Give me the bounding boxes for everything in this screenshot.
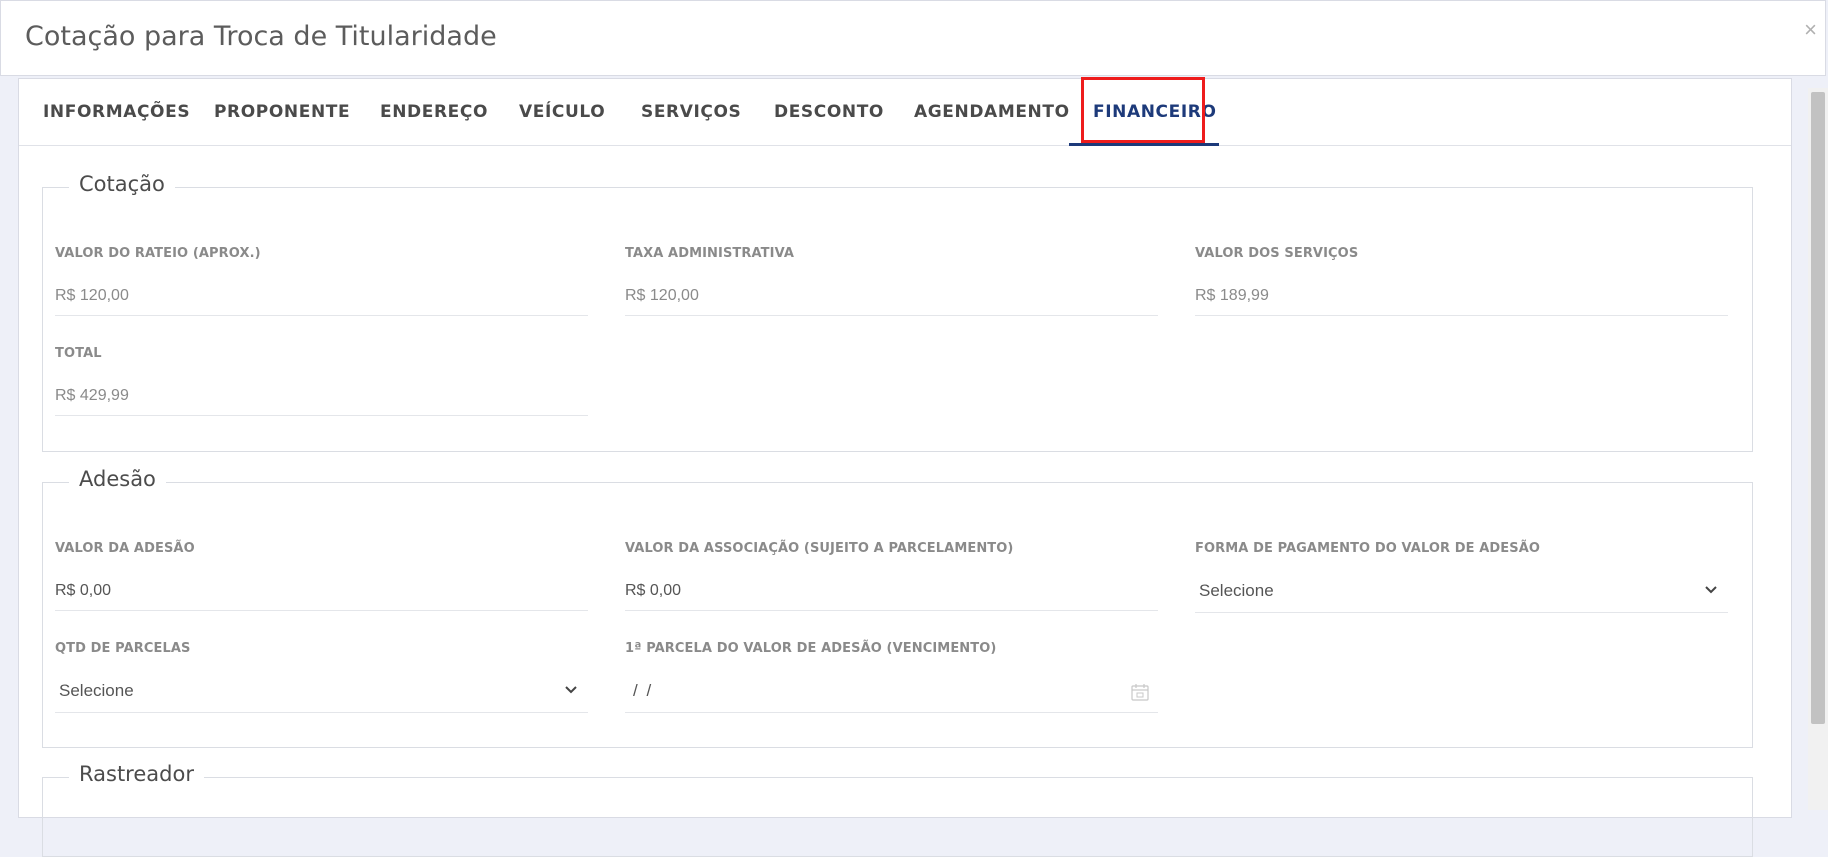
primeira-parcela-label: 1ª PARCELA DO VALOR DE ADESÃO (VENCIMENT… xyxy=(625,641,997,656)
field-primeira-parcela: 1ª PARCELA DO VALOR DE ADESÃO (VENCIMENT… xyxy=(625,641,1158,713)
modal-header: Cotação para Troca de Titularidade × xyxy=(0,0,1826,76)
tab-endereco[interactable]: ENDEREÇO xyxy=(380,79,488,145)
field-valor-associacao: VALOR DA ASSOCIAÇÃO (SUJEITO A PARCELAME… xyxy=(625,541,1158,611)
highlight-box xyxy=(1081,77,1205,143)
tab-agendamento[interactable]: AGENDAMENTO xyxy=(914,79,1070,145)
tab-proponente[interactable]: PROPONENTE xyxy=(214,79,350,145)
scrollbar-thumb[interactable] xyxy=(1811,92,1825,724)
section-rastreador-title: Rastreador xyxy=(69,762,204,786)
qtd-parcelas-select[interactable]: Selecione xyxy=(55,673,588,713)
modal-title: Cotação para Troca de Titularidade xyxy=(25,21,497,52)
calendar-icon[interactable] xyxy=(1130,682,1150,702)
valor-associacao-label: VALOR DA ASSOCIAÇÃO (SUJEITO A PARCELAME… xyxy=(625,541,1014,556)
field-total: TOTAL R$ 429,99 xyxy=(55,346,588,416)
chevron-down-icon xyxy=(1705,586,1717,594)
forma-pagamento-selected: Selecione xyxy=(1199,581,1274,600)
field-valor-servicos: VALOR DOS SERVIÇOS R$ 189,99 xyxy=(1195,246,1728,316)
field-qtd-parcelas: QTD DE PARCELAS Selecione xyxy=(55,641,588,713)
section-rastreador: Rastreador xyxy=(42,762,1753,857)
qtd-parcelas-selected: Selecione xyxy=(59,681,134,700)
primeira-parcela-value: / / xyxy=(633,681,654,700)
qtd-parcelas-label: QTD DE PARCELAS xyxy=(55,641,191,656)
chevron-down-icon xyxy=(565,686,577,694)
tab-veiculo[interactable]: VEÍCULO xyxy=(519,79,605,145)
tab-bar: INFORMAÇÕES PROPONENTE ENDEREÇO VEÍCULO … xyxy=(19,77,1791,146)
valor-servicos-label: VALOR DOS SERVIÇOS xyxy=(1195,246,1359,261)
field-forma-pagamento: FORMA DE PAGAMENTO DO VALOR DE ADESÃO Se… xyxy=(1195,541,1728,613)
valor-adesao-label: VALOR DA ADESÃO xyxy=(55,541,195,556)
primeira-parcela-date-input[interactable]: / / xyxy=(625,673,1158,713)
taxa-administrativa-value: R$ 120,00 xyxy=(625,282,1158,316)
valor-adesao-input[interactable]: R$ 0,00 xyxy=(55,577,588,611)
field-taxa-administrativa: TAXA ADMINISTRATIVA R$ 120,00 xyxy=(625,246,1158,316)
forma-pagamento-select[interactable]: Selecione xyxy=(1195,573,1728,613)
section-adesao: Adesão VALOR DA ADESÃO R$ 0,00 VALOR DA … xyxy=(42,467,1753,748)
field-valor-adesao: VALOR DA ADESÃO R$ 0,00 xyxy=(55,541,588,611)
tab-servicos[interactable]: SERVIÇOS xyxy=(641,79,741,145)
taxa-administrativa-label: TAXA ADMINISTRATIVA xyxy=(625,246,795,261)
active-tab-indicator xyxy=(1069,143,1219,146)
section-adesao-title: Adesão xyxy=(69,467,166,491)
field-valor-rateio: VALOR DO RATEIO (APROX.) R$ 120,00 xyxy=(55,246,588,316)
tab-desconto[interactable]: DESCONTO xyxy=(774,79,884,145)
valor-servicos-value: R$ 189,99 xyxy=(1195,282,1728,316)
total-value: R$ 429,99 xyxy=(55,382,588,416)
close-button[interactable]: × xyxy=(1804,19,1817,41)
tab-informacoes[interactable]: INFORMAÇÕES xyxy=(43,79,190,145)
section-cotacao-title: Cotação xyxy=(69,172,175,196)
valor-associacao-input[interactable]: R$ 0,00 xyxy=(625,577,1158,611)
modal-body: INFORMAÇÕES PROPONENTE ENDEREÇO VEÍCULO … xyxy=(18,77,1792,857)
forma-pagamento-label: FORMA DE PAGAMENTO DO VALOR DE ADESÃO xyxy=(1195,541,1541,556)
valor-rateio-value: R$ 120,00 xyxy=(55,282,588,316)
total-label: TOTAL xyxy=(55,346,102,361)
section-cotacao: Cotação VALOR DO RATEIO (APROX.) R$ 120,… xyxy=(42,172,1753,452)
valor-rateio-label: VALOR DO RATEIO (APROX.) xyxy=(55,246,261,261)
